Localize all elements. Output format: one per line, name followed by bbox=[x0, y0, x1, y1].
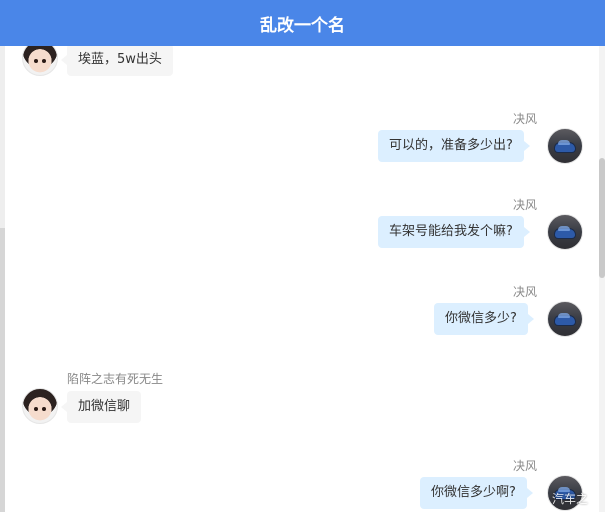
message-bubble[interactable]: 可以的，准备多少出? bbox=[378, 130, 530, 162]
avatar[interactable] bbox=[547, 214, 583, 250]
message-nickname: 决风 bbox=[513, 112, 538, 126]
chat-title: 乱改一个名 bbox=[260, 15, 345, 36]
avatar[interactable] bbox=[547, 128, 583, 164]
chat-header: 乱改一个名 bbox=[0, 0, 605, 46]
message-bubble[interactable]: 车架号能给我发个嘛? bbox=[378, 216, 530, 248]
message-bubble[interactable]: 你微信多少啊? bbox=[420, 477, 533, 509]
chat-app: 乱改一个名 埃蓝，5w出头 决风 可以的，准备多少出? 决风 车架号能给我发个嘛… bbox=[0, 0, 605, 512]
message-nickname: 决风 bbox=[513, 459, 538, 473]
avatar[interactable] bbox=[22, 388, 58, 424]
message-nickname: 决风 bbox=[513, 285, 538, 299]
message-nickname: 陷阵之志有死无生 bbox=[67, 372, 164, 386]
message-list: 埃蓝，5w出头 决风 可以的，准备多少出? 决风 车架号能给我发个嘛? 决风 你… bbox=[0, 0, 605, 512]
avatar[interactable] bbox=[547, 301, 583, 337]
message-nickname: 决风 bbox=[513, 198, 538, 212]
avatar[interactable] bbox=[547, 475, 583, 511]
message-bubble[interactable]: 你微信多少? bbox=[434, 303, 534, 335]
message-bubble[interactable]: 加微信聊 bbox=[60, 391, 142, 423]
message-bubble[interactable]: 埃蓝，5w出头 bbox=[61, 44, 173, 76]
